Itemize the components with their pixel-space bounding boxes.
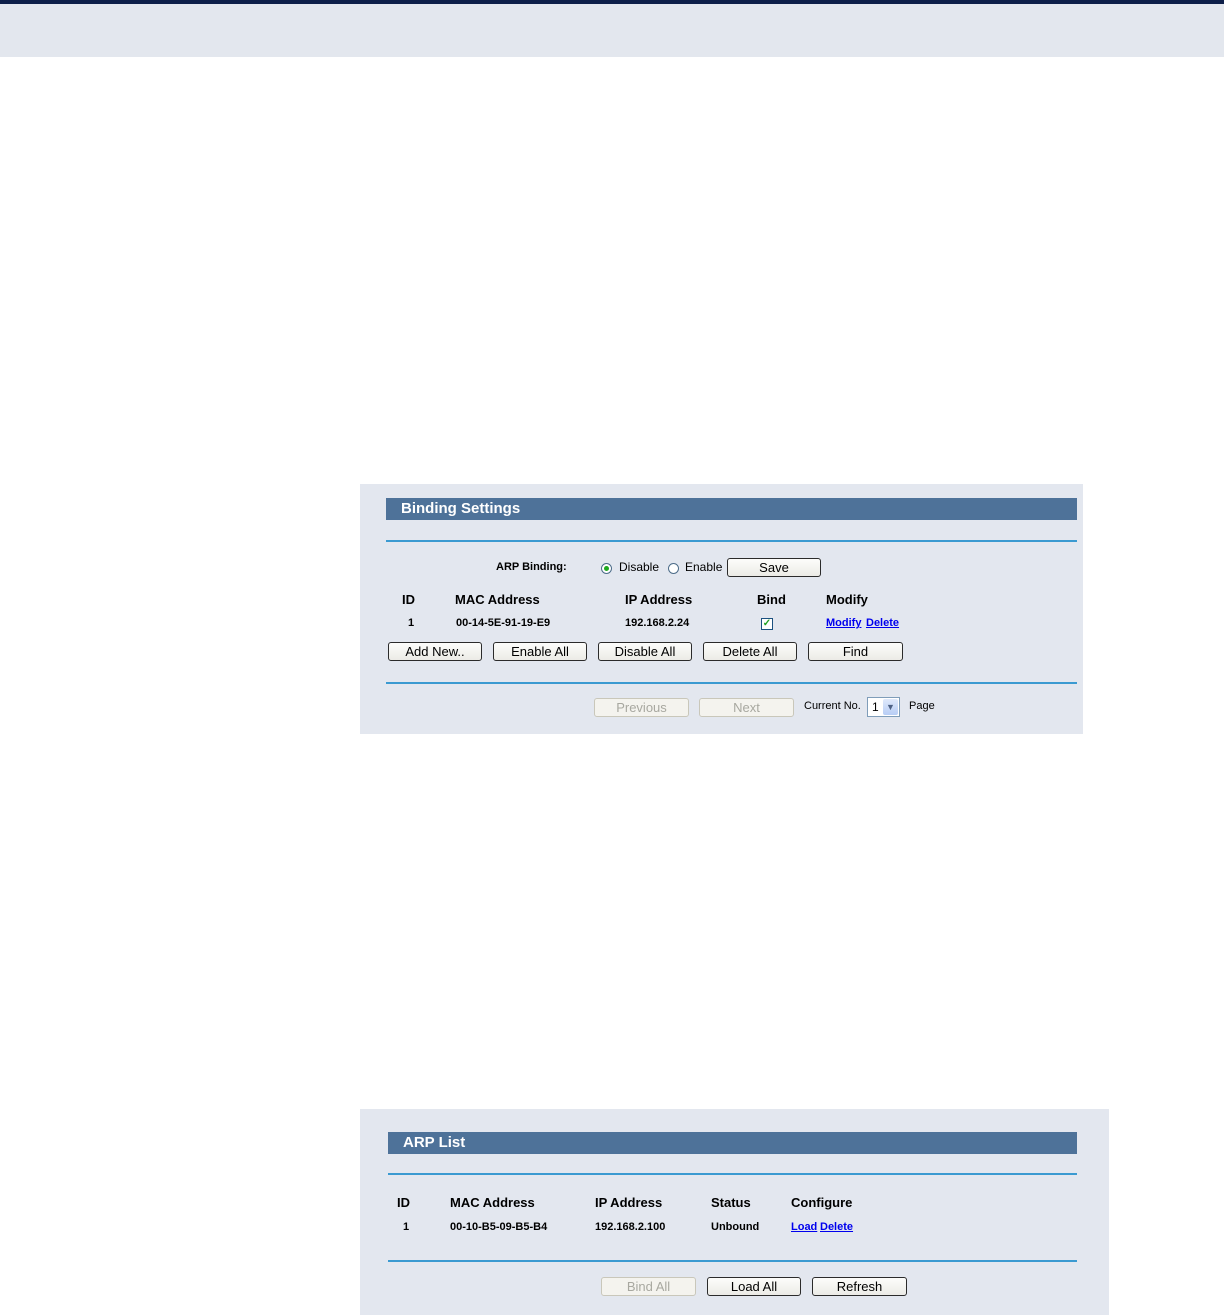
delete-all-button[interactable]: Delete All [703, 642, 797, 661]
modify-link[interactable]: Modify [826, 617, 861, 629]
col-ip-address: IP Address [625, 592, 693, 607]
divider-top [386, 540, 1077, 542]
col-bind: Bind [757, 592, 786, 607]
current-no-label: Current No. [804, 700, 861, 712]
col-status: Status [711, 1195, 751, 1210]
bind-all-button[interactable]: Bind All [601, 1277, 696, 1296]
find-button[interactable]: Find [808, 642, 903, 661]
header-band [0, 4, 1224, 57]
disable-radio[interactable] [601, 563, 612, 574]
delete-link[interactable]: Delete [866, 617, 899, 629]
page-select-value: 1 [872, 700, 879, 714]
page-select[interactable]: 1 ▼ [867, 697, 900, 717]
enable-all-button[interactable]: Enable All [493, 642, 587, 661]
row-ip: 192.168.2.24 [625, 617, 690, 629]
delete-link[interactable]: Delete [820, 1221, 853, 1233]
row-mac: 00-10-B5-09-B5-B4 [450, 1221, 548, 1233]
next-button[interactable]: Next [699, 698, 794, 717]
divider-bottom [386, 682, 1077, 684]
col-mac-address: MAC Address [450, 1195, 535, 1210]
col-modify: Modify [826, 592, 868, 607]
load-all-button[interactable]: Load All [707, 1277, 801, 1296]
bind-checkbox[interactable]: ✓ [761, 618, 773, 630]
col-id: ID [402, 592, 415, 607]
page-label: Page [909, 700, 935, 712]
row-ip: 192.168.2.100 [595, 1221, 666, 1233]
col-ip-address: IP Address [595, 1195, 663, 1210]
binding-settings-title: Binding Settings [386, 498, 1077, 520]
arp-binding-label: ARP Binding: [496, 561, 567, 573]
refresh-button[interactable]: Refresh [812, 1277, 907, 1296]
arp-list-title: ARP List [388, 1132, 1077, 1154]
enable-label: Enable [685, 560, 723, 574]
add-new-button[interactable]: Add New.. [388, 642, 482, 661]
enable-radio[interactable] [668, 563, 679, 574]
arp-list-panel: ARP List ID MAC Address IP Address Statu… [360, 1109, 1109, 1315]
load-link[interactable]: Load [791, 1221, 817, 1233]
row-id: 1 [403, 1221, 410, 1233]
previous-button[interactable]: Previous [594, 698, 689, 717]
divider-top [388, 1173, 1077, 1175]
disable-all-button[interactable]: Disable All [598, 642, 692, 661]
row-id: 1 [408, 617, 415, 629]
chevron-down-icon: ▼ [883, 699, 898, 715]
binding-settings-panel: Binding Settings ARP Binding: Disable En… [360, 484, 1083, 734]
col-mac-address: MAC Address [455, 592, 540, 607]
col-configure: Configure [791, 1195, 853, 1210]
divider-bottom [388, 1260, 1077, 1262]
row-mac: 00-14-5E-91-19-E9 [456, 617, 551, 629]
col-id: ID [397, 1195, 410, 1210]
save-button[interactable]: Save [727, 558, 821, 577]
row-status: Unbound [711, 1221, 760, 1233]
disable-label: Disable [619, 560, 660, 574]
